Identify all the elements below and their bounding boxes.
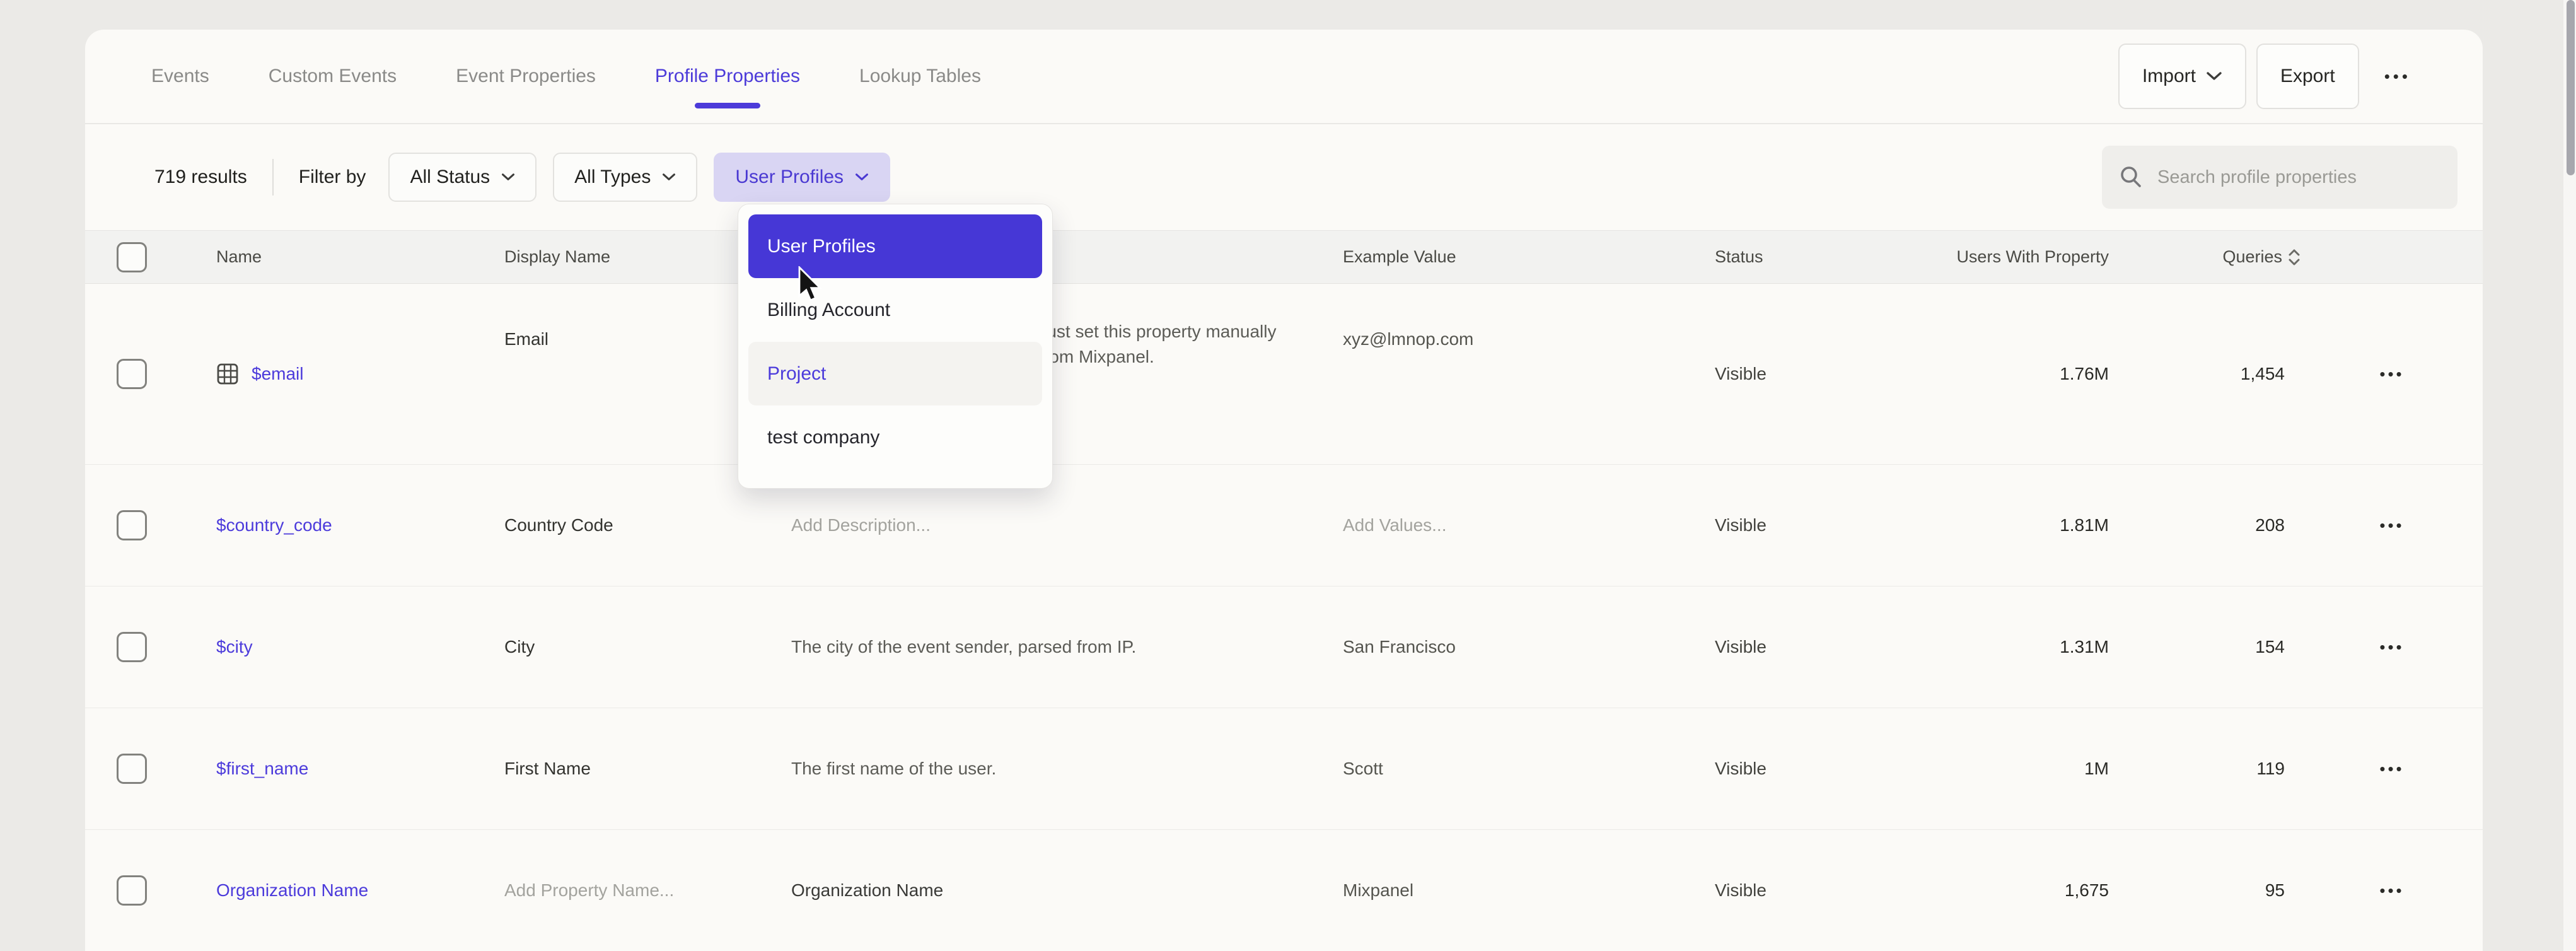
row-more-button[interactable]: ••• bbox=[2379, 638, 2404, 657]
scrollbar-thumb[interactable] bbox=[2567, 0, 2575, 175]
queries-cell: 119 bbox=[2115, 759, 2301, 779]
table-row: $city City The city of the event sender,… bbox=[85, 586, 2483, 708]
description-cell[interactable]: Organization Name bbox=[791, 878, 1343, 903]
entity-filter-value: User Profiles bbox=[735, 166, 844, 188]
export-button[interactable]: Export bbox=[2256, 44, 2359, 109]
users-with-property-cell: 1M bbox=[1920, 759, 2115, 779]
scrollbar-track[interactable] bbox=[2563, 0, 2576, 951]
users-with-property-cell: 1.76M bbox=[1920, 364, 2115, 384]
table-row: $first_name First Name The first name of… bbox=[85, 708, 2483, 830]
row-checkbox[interactable] bbox=[117, 875, 147, 906]
queries-header-label: Queries bbox=[2222, 247, 2282, 267]
property-name-link[interactable]: $first_name bbox=[216, 759, 308, 779]
description-cell[interactable]: The city of the event sender, parsed fro… bbox=[791, 634, 1343, 660]
display-name-cell[interactable]: First Name bbox=[504, 759, 791, 779]
dropdown-item-billing-account[interactable]: Billing Account bbox=[748, 278, 1042, 342]
tab-profile-properties[interactable]: Profile Properties bbox=[655, 66, 800, 87]
table-row: $email Email The user's email address. Y… bbox=[85, 284, 2483, 465]
import-button-label: Import bbox=[2142, 66, 2196, 87]
table-row: $country_code Country Code Add Descripti… bbox=[85, 465, 2483, 586]
tab-events[interactable]: Events bbox=[151, 66, 209, 87]
column-header-queries[interactable]: Queries bbox=[2115, 246, 2301, 269]
example-value-cell[interactable]: xyz@lmnop.com bbox=[1343, 284, 1715, 349]
example-value-cell[interactable]: Mixpanel bbox=[1343, 880, 1715, 901]
import-button[interactable]: Import bbox=[2118, 44, 2246, 109]
column-header-example-value: Example Value bbox=[1343, 247, 1715, 267]
column-header-status: Status bbox=[1715, 247, 1920, 267]
mouse-cursor-icon bbox=[797, 266, 822, 306]
display-name-cell[interactable]: Add Property Name... bbox=[504, 880, 791, 901]
dropdown-item-user-profiles[interactable]: User Profiles bbox=[748, 214, 1042, 278]
dropdown-item-project[interactable]: Project bbox=[748, 342, 1042, 405]
table-row: Organization Name Add Property Name... O… bbox=[85, 830, 2483, 951]
property-name-link[interactable]: Organization Name bbox=[216, 880, 368, 901]
row-more-button[interactable]: ••• bbox=[2379, 881, 2404, 901]
description-cell[interactable]: Add Description... bbox=[791, 513, 1343, 538]
tabs: Events Custom Events Event Properties Pr… bbox=[151, 66, 981, 87]
property-name-link[interactable]: $email bbox=[252, 364, 303, 384]
chevron-down-icon bbox=[855, 173, 869, 182]
display-name-cell[interactable]: City bbox=[504, 637, 791, 657]
queries-cell: 1,454 bbox=[2115, 364, 2301, 384]
row-checkbox[interactable] bbox=[117, 510, 147, 540]
row-more-button[interactable]: ••• bbox=[2379, 516, 2404, 535]
row-checkbox[interactable] bbox=[117, 754, 147, 784]
example-value-cell[interactable]: Scott bbox=[1343, 759, 1715, 779]
status-cell: Visible bbox=[1715, 515, 1920, 535]
toolbar: Import Export ••• bbox=[2118, 44, 2426, 109]
filter-by-label: Filter by bbox=[299, 166, 366, 188]
type-filter-dropdown[interactable]: All Types bbox=[553, 153, 697, 202]
display-name-cell[interactable]: Country Code bbox=[504, 515, 791, 535]
users-with-property-cell: 1.31M bbox=[1920, 637, 2115, 657]
results-count: 719 results bbox=[154, 166, 247, 188]
users-with-property-cell: 1,675 bbox=[1920, 880, 2115, 901]
status-cell: Visible bbox=[1715, 880, 1920, 901]
type-filter-value: All Types bbox=[574, 166, 651, 188]
column-header-users-with-property: Users With Property bbox=[1920, 247, 2115, 267]
row-checkbox[interactable] bbox=[117, 632, 147, 662]
tab-event-properties[interactable]: Event Properties bbox=[456, 66, 596, 87]
chevron-down-icon bbox=[662, 173, 676, 182]
tab-bar: Events Custom Events Event Properties Pr… bbox=[85, 30, 2483, 124]
status-cell: Visible bbox=[1715, 637, 1920, 657]
column-header-name: Name bbox=[216, 247, 504, 267]
description-cell[interactable]: The first name of the user. bbox=[791, 756, 1343, 781]
status-cell: Visible bbox=[1715, 364, 1920, 384]
status-filter-value: All Status bbox=[410, 166, 490, 188]
property-name-link[interactable]: $city bbox=[216, 637, 253, 657]
search-input[interactable] bbox=[2157, 167, 2441, 188]
example-value-cell[interactable]: San Francisco bbox=[1343, 637, 1715, 657]
table-header: Name Display Name Description Example Va… bbox=[85, 230, 2483, 284]
entity-dropdown-menu: User Profiles Billing Account Project te… bbox=[738, 204, 1053, 489]
table-type-icon bbox=[216, 363, 239, 385]
tab-lookup-tables[interactable]: Lookup Tables bbox=[859, 66, 981, 87]
lexicon-card: Events Custom Events Event Properties Pr… bbox=[85, 30, 2483, 951]
queries-cell: 154 bbox=[2115, 637, 2301, 657]
property-name-link[interactable]: $country_code bbox=[216, 515, 332, 535]
chevron-down-icon bbox=[2206, 71, 2222, 81]
row-checkbox[interactable] bbox=[117, 359, 147, 389]
status-cell: Visible bbox=[1715, 759, 1920, 779]
search-icon bbox=[2118, 165, 2144, 190]
chevron-down-icon bbox=[501, 173, 515, 182]
queries-cell: 208 bbox=[2115, 515, 2301, 535]
queries-cell: 95 bbox=[2115, 880, 2301, 901]
more-options-button[interactable]: ••• bbox=[2369, 67, 2426, 86]
export-button-label: Export bbox=[2280, 66, 2335, 87]
search-box bbox=[2102, 146, 2457, 209]
sort-arrows-icon bbox=[2287, 246, 2301, 269]
divider bbox=[272, 159, 274, 195]
row-more-button[interactable]: ••• bbox=[2379, 365, 2404, 384]
row-more-button[interactable]: ••• bbox=[2379, 759, 2404, 779]
tab-custom-events[interactable]: Custom Events bbox=[269, 66, 397, 87]
filter-bar: 719 results Filter by All Status All Typ… bbox=[85, 124, 2483, 230]
entity-filter-dropdown[interactable]: User Profiles bbox=[714, 153, 890, 202]
select-all-checkbox[interactable] bbox=[117, 242, 147, 272]
users-with-property-cell: 1.81M bbox=[1920, 515, 2115, 535]
status-filter-dropdown[interactable]: All Status bbox=[388, 153, 537, 202]
example-value-cell[interactable]: Add Values... bbox=[1343, 515, 1715, 535]
dropdown-item-test-company[interactable]: test company bbox=[748, 405, 1042, 469]
